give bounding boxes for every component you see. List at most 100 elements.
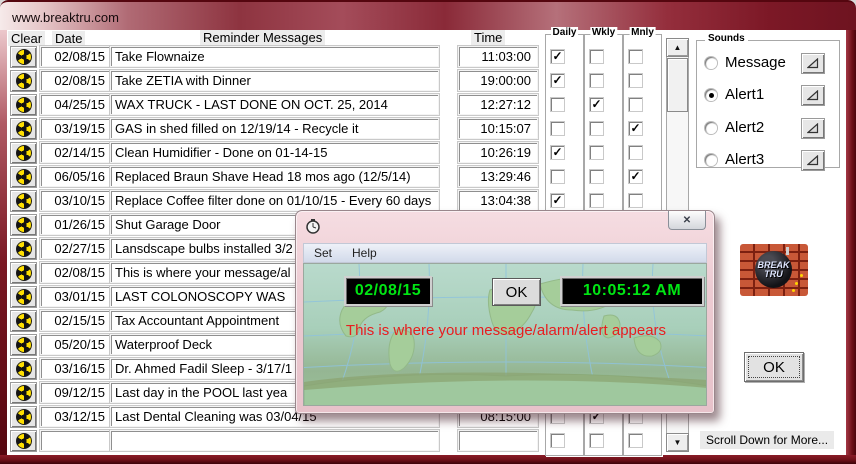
date-field[interactable]: 06/05/16 (40, 166, 111, 187)
time-field[interactable]: 12:27:12 (458, 94, 538, 115)
wkly-checkbox[interactable] (590, 74, 603, 87)
mnly-checkbox[interactable]: ✓ (629, 122, 642, 135)
radiation-icon (16, 433, 32, 449)
radiation-icon (16, 265, 32, 281)
message-field[interactable]: GAS in shed filled on 12/19/14 - Recycle… (110, 118, 439, 139)
menu-help[interactable]: Help (342, 246, 387, 260)
clear-button[interactable] (10, 406, 37, 428)
wkly-checkbox[interactable] (590, 122, 603, 135)
sound-option-label: Alert2 (725, 119, 764, 136)
message-field[interactable]: WAX TRUCK - LAST DONE ON OCT. 25, 2014 (110, 94, 439, 115)
clear-button[interactable] (10, 94, 37, 116)
date-field[interactable]: 03/10/15 (40, 190, 111, 211)
message-field[interactable]: Clean Humidifier - Done on 01-14-15 (110, 142, 439, 163)
wkly-checkbox[interactable] (590, 170, 603, 183)
date-field[interactable] (40, 430, 111, 451)
mnly-checkbox[interactable] (629, 434, 642, 447)
mnly-checkbox[interactable] (629, 146, 642, 159)
mnly-checkbox[interactable] (629, 194, 642, 207)
clear-button[interactable] (10, 118, 37, 140)
daily-checkbox[interactable] (551, 98, 564, 111)
daily-checkbox[interactable]: ✓ (551, 50, 564, 63)
mnly-checkbox[interactable]: ✓ (629, 170, 642, 183)
message-field[interactable]: Replaced Braun Shave Head 18 mos ago (12… (110, 166, 439, 187)
date-field[interactable]: 03/12/15 (40, 406, 111, 427)
scrollbar-thumb[interactable] (667, 58, 688, 112)
clear-button[interactable] (10, 382, 37, 404)
daily-checkbox[interactable]: ✓ (551, 194, 564, 207)
time-field[interactable]: 19:00:00 (458, 70, 538, 91)
time-field[interactable]: 10:15:07 (458, 118, 538, 139)
wkly-checkbox[interactable] (590, 50, 603, 63)
mnly-checkbox[interactable] (629, 98, 642, 111)
wkly-checkbox[interactable] (590, 194, 603, 207)
daily-checkbox[interactable] (551, 434, 564, 447)
time-field[interactable]: 13:04:38 (458, 190, 538, 211)
scroll-down-button[interactable]: ▼ (666, 433, 689, 452)
date-field[interactable]: 02/08/15 (40, 262, 111, 283)
daily-checkbox[interactable]: ✓ (551, 74, 564, 87)
popup-close-button[interactable]: ✕ (668, 211, 706, 230)
speaker-icon (807, 58, 819, 69)
clear-button[interactable] (10, 70, 37, 92)
message-field[interactable] (110, 430, 439, 451)
time-field[interactable]: 13:29:46 (458, 166, 538, 187)
sound-option-row: Alert3 (697, 150, 839, 174)
play-sound-button[interactable] (801, 150, 825, 171)
clear-button[interactable] (10, 214, 37, 236)
clear-button[interactable] (10, 46, 37, 68)
main-ok-button[interactable]: OK (744, 352, 804, 382)
popup-world-map: 02/08/15 OK 10:05:12 AM This is where yo… (303, 263, 707, 406)
daily-checkbox[interactable] (551, 170, 564, 183)
clear-button[interactable] (10, 166, 37, 188)
date-field[interactable]: 02/27/15 (40, 238, 111, 259)
radio-alert1[interactable] (705, 89, 717, 101)
time-field[interactable] (458, 430, 538, 451)
date-field[interactable]: 03/16/15 (40, 358, 111, 379)
clear-button[interactable] (10, 334, 37, 356)
popup-menubar: Set Help (303, 243, 707, 263)
clear-button[interactable] (10, 262, 37, 284)
play-sound-button[interactable] (801, 118, 825, 139)
radio-alert2[interactable] (705, 122, 717, 134)
radiation-icon (16, 97, 32, 113)
date-field[interactable]: 03/19/15 (40, 118, 111, 139)
mnly-checkbox[interactable] (629, 50, 642, 63)
daily-checkbox[interactable] (551, 122, 564, 135)
clear-button[interactable] (10, 430, 37, 452)
date-field[interactable]: 02/15/15 (40, 310, 111, 331)
menu-set[interactable]: Set (304, 246, 342, 260)
date-field[interactable]: 04/25/15 (40, 94, 111, 115)
message-field[interactable]: Take ZETIA with Dinner (110, 70, 439, 91)
message-field[interactable]: Take Flownaize (110, 46, 439, 67)
clear-button[interactable] (10, 142, 37, 164)
main-titlebar[interactable]: www.breaktru.com (0, 0, 856, 30)
date-field[interactable]: 01/26/15 (40, 214, 111, 235)
message-field[interactable]: Replace Coffee filter done on 01/10/15 -… (110, 190, 439, 211)
play-sound-button[interactable] (801, 85, 825, 106)
popup-ok-button[interactable]: OK (492, 278, 541, 306)
clear-button[interactable] (10, 238, 37, 260)
date-field[interactable]: 03/01/15 (40, 286, 111, 307)
clear-button[interactable] (10, 358, 37, 380)
daily-checkbox[interactable]: ✓ (551, 146, 564, 159)
date-field[interactable]: 02/14/15 (40, 142, 111, 163)
wkly-checkbox[interactable] (590, 146, 603, 159)
clear-button[interactable] (10, 310, 37, 332)
wkly-checkbox[interactable] (590, 434, 603, 447)
clear-button[interactable] (10, 190, 37, 212)
radio-message[interactable] (705, 57, 717, 69)
clear-button[interactable] (10, 286, 37, 308)
date-field[interactable]: 02/08/15 (40, 70, 111, 91)
date-field[interactable]: 09/12/15 (40, 382, 111, 403)
wkly-checkbox[interactable]: ✓ (590, 98, 603, 111)
date-field[interactable]: 02/08/15 (40, 46, 111, 67)
play-sound-button[interactable] (801, 53, 825, 74)
date-field[interactable]: 05/20/15 (40, 334, 111, 355)
radiation-icon (16, 385, 32, 401)
scroll-up-button[interactable]: ▲ (666, 38, 689, 57)
mnly-checkbox[interactable] (629, 74, 642, 87)
time-field[interactable]: 11:03:00 (458, 46, 538, 67)
radio-alert3[interactable] (705, 154, 717, 166)
time-field[interactable]: 10:26:19 (458, 142, 538, 163)
